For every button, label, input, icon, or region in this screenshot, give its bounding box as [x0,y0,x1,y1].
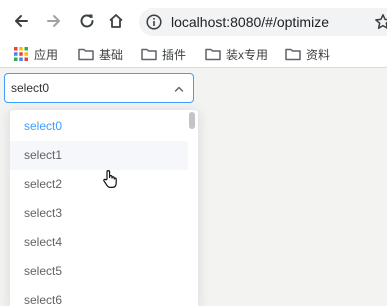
bookmark-folder-special[interactable]: 装x专用 [205,44,268,64]
chevron-up-icon[interactable] [173,83,185,95]
folder-icon [285,48,301,61]
bookmark-folder-plugins[interactable]: 插件 [141,44,186,64]
reload-button[interactable] [76,10,98,32]
select-input[interactable]: select0 [4,73,194,103]
select-option[interactable]: select2 [10,170,188,199]
forward-arrow-icon [47,15,60,27]
scrollbar-thumb[interactable] [189,112,195,129]
forward-button[interactable] [43,10,65,32]
select-dropdown: select0 select1 select2 select3 select4 … [9,109,199,306]
bookmark-apps[interactable]: 应用 [13,44,58,64]
folder-icon [141,48,157,61]
bookmarks-bar: 应用 基础 插件 装x专用 资料 [0,41,387,68]
browser-window: localhost:8080/#/optimize 应用 基础 插件 装x专用 … [0,0,387,306]
address-bar-url: localhost:8080/#/optimize [171,14,329,30]
folder-icon [78,48,94,61]
bookmark-folder-resources[interactable]: 资料 [285,44,330,64]
dropdown-scrollbar[interactable] [186,110,198,306]
bookmark-label: 插件 [162,47,187,62]
site-info-icon[interactable] [146,14,162,30]
select-option[interactable]: select5 [10,257,188,286]
browser-toolbar: localhost:8080/#/optimize [0,0,387,41]
select-option[interactable]: select6 [10,286,188,306]
select-option[interactable]: select1 [10,141,188,170]
reload-icon [80,14,94,28]
apps-grid-icon [14,47,28,61]
bookmark-star-icon[interactable] [374,13,387,31]
select-value: select0 [11,81,50,95]
back-button[interactable] [10,10,32,32]
bookmark-label: 资料 [306,47,331,62]
select-option[interactable]: select4 [10,228,188,257]
select-option[interactable]: select0 [10,112,188,141]
address-bar[interactable]: localhost:8080/#/optimize [139,8,387,36]
folder-icon [205,48,221,61]
select-option[interactable]: select3 [10,199,188,228]
hand-pointer-cursor-icon [103,170,117,188]
bookmark-label: 基础 [99,47,124,62]
bookmark-label: 装x专用 [226,47,269,62]
bookmark-folder-basics[interactable]: 基础 [78,44,123,64]
home-button[interactable] [105,10,127,32]
bookmark-label: 应用 [34,47,59,62]
back-arrow-icon [15,15,28,27]
option-list: select0 select1 select2 select3 select4 … [10,112,188,306]
home-icon [109,14,123,28]
